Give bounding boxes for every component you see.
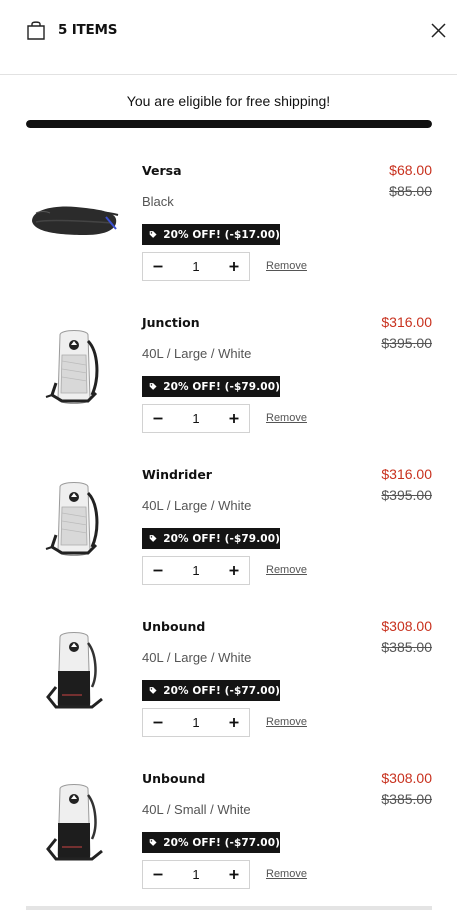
compare-price: $85.00 (389, 183, 432, 199)
product-thumbnail[interactable] (26, 777, 122, 873)
shipping-progress-bar (26, 120, 432, 128)
tag-icon (149, 685, 157, 696)
product-variant: 40L / Large / White (142, 346, 252, 361)
sale-price: $316.00 (381, 466, 432, 482)
product-variant: 40L / Large / White (142, 650, 252, 665)
remove-item-link[interactable]: Remove (266, 868, 307, 880)
tag-icon (149, 229, 157, 240)
product-name[interactable]: Unbound (142, 619, 205, 634)
sale-price: $68.00 (389, 162, 432, 178)
cart-header: 5 ITEMS (0, 0, 457, 75)
quantity-stepper: 1 (142, 404, 250, 433)
remove-item-link[interactable]: Remove (266, 716, 307, 728)
quantity-value[interactable]: 1 (173, 709, 219, 736)
compare-price: $395.00 (381, 335, 432, 351)
tag-icon (149, 533, 157, 544)
product-name[interactable]: Versa (142, 163, 182, 178)
cart-title: 5 ITEMS (58, 22, 118, 38)
cart-item: Junction 40L / Large / White $316.00 $39… (0, 314, 457, 467)
discount-text: 20% OFF! (-$79.00) (163, 532, 280, 545)
quantity-value[interactable]: 1 (173, 557, 219, 584)
decrease-quantity-button[interactable] (143, 557, 173, 584)
cart-item: Unbound 40L / Small / White $308.00 $385… (0, 770, 457, 910)
sale-price: $308.00 (381, 770, 432, 786)
discount-text: 20% OFF! (-$77.00) (163, 684, 280, 697)
discount-badge: 20% OFF! (-$79.00) (142, 376, 280, 397)
cart-item: Unbound 40L / Large / White $308.00 $385… (0, 618, 457, 771)
shipping-progress-fill (26, 120, 432, 128)
increase-quantity-button[interactable] (219, 253, 249, 280)
compare-price: $395.00 (381, 487, 432, 503)
discount-badge: 20% OFF! (-$77.00) (142, 680, 280, 701)
increase-quantity-button[interactable] (219, 861, 249, 888)
decrease-quantity-button[interactable] (143, 405, 173, 432)
discount-text: 20% OFF! (-$79.00) (163, 380, 280, 393)
product-thumbnail[interactable] (26, 625, 122, 721)
decrease-quantity-button[interactable] (143, 709, 173, 736)
shopping-bag-icon (27, 21, 45, 40)
product-variant: Black (142, 194, 174, 209)
remove-item-link[interactable]: Remove (266, 260, 307, 272)
discount-badge: 20% OFF! (-$17.00) (142, 224, 280, 245)
discount-text: 20% OFF! (-$77.00) (163, 836, 280, 849)
quantity-stepper: 1 (142, 860, 250, 889)
compare-price: $385.00 (381, 791, 432, 807)
cart-footer-edge (26, 906, 432, 910)
product-thumbnail[interactable] (26, 473, 122, 569)
quantity-stepper: 1 (142, 556, 250, 585)
product-name[interactable]: Windrider (142, 467, 212, 482)
increase-quantity-button[interactable] (219, 709, 249, 736)
product-name[interactable]: Unbound (142, 771, 205, 786)
product-thumbnail[interactable] (26, 169, 122, 265)
free-shipping-message: You are eligible for free shipping! (126, 93, 331, 109)
increase-quantity-button[interactable] (219, 557, 249, 584)
product-variant: 40L / Small / White (142, 802, 251, 817)
compare-price: $385.00 (381, 639, 432, 655)
sale-price: $316.00 (381, 314, 432, 330)
decrease-quantity-button[interactable] (143, 861, 173, 888)
quantity-value[interactable]: 1 (173, 861, 219, 888)
product-variant: 40L / Large / White (142, 498, 252, 513)
decrease-quantity-button[interactable] (143, 253, 173, 280)
cart-item: Versa Black $68.00 $85.00 20% OFF! (-$17… (0, 162, 457, 315)
product-name[interactable]: Junction (142, 315, 200, 330)
quantity-value[interactable]: 1 (173, 253, 219, 280)
tag-icon (149, 837, 157, 848)
quantity-value[interactable]: 1 (173, 405, 219, 432)
sale-price: $308.00 (381, 618, 432, 634)
quantity-stepper: 1 (142, 252, 250, 281)
quantity-stepper: 1 (142, 708, 250, 737)
product-thumbnail[interactable] (26, 321, 122, 417)
remove-item-link[interactable]: Remove (266, 564, 307, 576)
tag-icon (149, 381, 157, 392)
discount-text: 20% OFF! (-$17.00) (163, 228, 280, 241)
cart-item: Windrider 40L / Large / White $316.00 $3… (0, 466, 457, 619)
increase-quantity-button[interactable] (219, 405, 249, 432)
close-icon[interactable] (430, 22, 447, 39)
discount-badge: 20% OFF! (-$79.00) (142, 528, 280, 549)
remove-item-link[interactable]: Remove (266, 412, 307, 424)
discount-badge: 20% OFF! (-$77.00) (142, 832, 280, 853)
